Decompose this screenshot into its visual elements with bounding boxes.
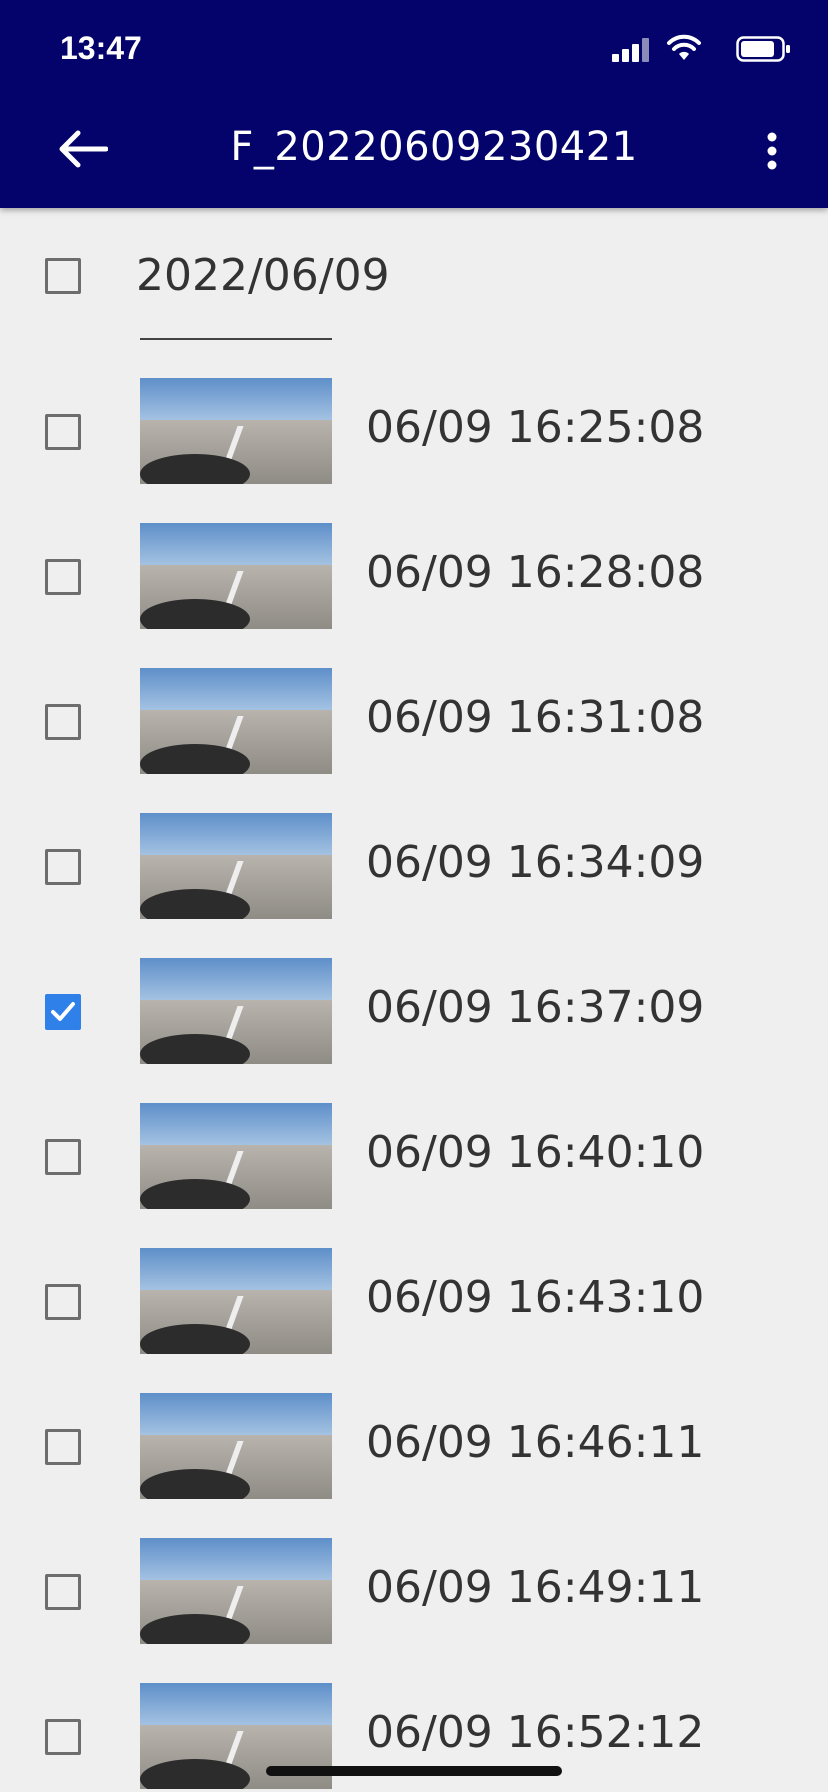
item-checkbox-checked[interactable] bbox=[45, 994, 81, 1030]
signal-icon bbox=[612, 38, 649, 62]
video-timestamp: 06/09 16:37:09 bbox=[366, 982, 705, 1033]
video-timestamp: 06/09 16:46:11 bbox=[366, 1417, 705, 1468]
video-thumbnail bbox=[140, 378, 332, 484]
item-checkbox[interactable] bbox=[45, 1574, 81, 1610]
status-time: 13:47 bbox=[60, 30, 142, 66]
date-group-header bbox=[0, 208, 828, 338]
app-header: 13:47 F_20220609230421 bbox=[0, 0, 828, 208]
home-indicator[interactable] bbox=[266, 1766, 562, 1776]
video-list-item[interactable]: 06/09 16:49:11 bbox=[0, 1538, 828, 1683]
video-timestamp: 06/09 16:25:08 bbox=[366, 402, 705, 453]
video-list-item[interactable]: 06/09 16:43:10 bbox=[0, 1248, 828, 1393]
group-date-label: 2022/06/09 bbox=[136, 250, 390, 301]
video-list-item[interactable]: 06/09 16:40:10 bbox=[0, 1103, 828, 1248]
video-list-item[interactable]: 06/09 16:37:09 bbox=[0, 958, 828, 1103]
item-checkbox[interactable] bbox=[45, 1719, 81, 1755]
item-checkbox[interactable] bbox=[45, 1139, 81, 1175]
video-timestamp: 06/09 16:31:08 bbox=[366, 692, 705, 743]
item-checkbox[interactable] bbox=[45, 704, 81, 740]
video-timestamp: 06/09 16:49:11 bbox=[366, 1562, 705, 1613]
page-title: F_20220609230421 bbox=[230, 124, 638, 170]
back-button[interactable] bbox=[44, 118, 120, 180]
video-timestamp: 06/09 16:28:08 bbox=[366, 547, 705, 598]
video-list-item[interactable]: 06/09 16:34:09 bbox=[0, 813, 828, 958]
video-thumbnail bbox=[140, 813, 332, 919]
video-list-item[interactable]: 06/09 16:46:11 bbox=[0, 1393, 828, 1538]
video-timestamp: 06/09 16:40:10 bbox=[366, 1127, 705, 1178]
video-thumbnail bbox=[140, 1393, 332, 1499]
item-checkbox[interactable] bbox=[45, 849, 81, 885]
video-thumbnail bbox=[140, 1248, 332, 1354]
video-thumbnail bbox=[140, 1103, 332, 1209]
video-list-item[interactable]: 06/09 16:31:08 bbox=[0, 668, 828, 813]
group-select-checkbox[interactable] bbox=[45, 258, 81, 294]
item-checkbox[interactable] bbox=[45, 1284, 81, 1320]
item-checkbox[interactable] bbox=[45, 414, 81, 450]
item-checkbox[interactable] bbox=[45, 1429, 81, 1465]
video-thumbnail bbox=[140, 523, 332, 629]
checkmark-icon bbox=[51, 1002, 75, 1021]
group-divider bbox=[140, 338, 332, 340]
video-list-item[interactable]: 06/09 16:28:08 bbox=[0, 523, 828, 668]
item-checkbox[interactable] bbox=[45, 559, 81, 595]
video-timestamp: 06/09 16:34:09 bbox=[366, 837, 705, 888]
video-thumbnail bbox=[140, 668, 332, 774]
wifi-icon bbox=[667, 34, 701, 60]
video-thumbnail bbox=[140, 958, 332, 1064]
battery-icon bbox=[736, 36, 790, 62]
back-arrow-icon bbox=[59, 130, 108, 168]
more-options-button[interactable] bbox=[752, 118, 792, 184]
video-thumbnail bbox=[140, 1538, 332, 1644]
video-timestamp: 06/09 16:52:12 bbox=[366, 1707, 705, 1758]
video-list-item[interactable]: 06/09 16:25:08 bbox=[0, 378, 828, 523]
video-timestamp: 06/09 16:43:10 bbox=[366, 1272, 705, 1323]
more-vertical-icon bbox=[767, 132, 777, 170]
